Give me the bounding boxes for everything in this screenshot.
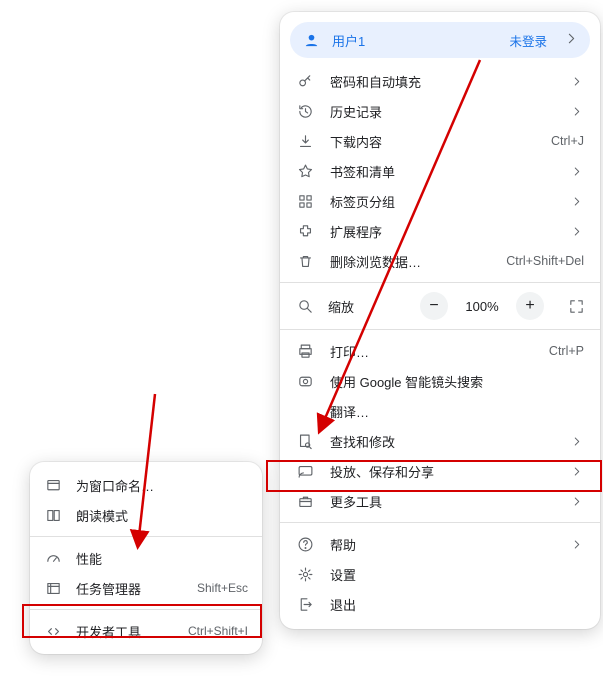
profile-label: 用户1: [332, 31, 497, 50]
menu-label: 下载内容: [330, 132, 535, 151]
menu-label: 退出: [330, 595, 584, 614]
gauge-icon: [44, 549, 62, 567]
menu-print[interactable]: 打印… Ctrl+P: [280, 336, 600, 366]
menu-more-tools[interactable]: 更多工具: [280, 486, 600, 516]
extension-icon: [296, 222, 314, 240]
help-icon: [296, 535, 314, 553]
history-icon: [296, 102, 314, 120]
chevron-right-icon: [570, 493, 584, 510]
menu-label: 删除浏览数据…: [330, 252, 490, 271]
menu-bookmarks[interactable]: 书签和清单: [280, 156, 600, 186]
menu-separator: [30, 609, 262, 610]
fullscreen-button[interactable]: [562, 292, 590, 320]
menu-separator: [280, 522, 600, 523]
submenu-dev-tools[interactable]: 开发者工具 Ctrl+Shift+I: [30, 616, 262, 646]
chevron-right-icon: [570, 103, 584, 120]
menu-accel: Ctrl+P: [549, 344, 584, 358]
menu-label: 密码和自动填充: [330, 72, 554, 91]
chevron-right-icon: [570, 193, 584, 210]
exit-icon: [296, 595, 314, 613]
grid-icon: [296, 192, 314, 210]
zoom-out-button[interactable]: −: [420, 292, 448, 320]
menu-lens[interactable]: 使用 Google 智能镜头搜索: [280, 366, 600, 396]
menu-label: 历史记录: [330, 102, 554, 121]
chevron-right-icon: [570, 463, 584, 480]
submenu-task-manager[interactable]: 任务管理器 Shift+Esc: [30, 573, 262, 603]
trash-icon: [296, 252, 314, 270]
menu-separator: [280, 329, 600, 330]
menu-label: 书签和清单: [330, 162, 554, 181]
print-icon: [296, 342, 314, 360]
menu-cast[interactable]: 投放、保存和分享: [280, 456, 600, 486]
menu-tab-groups[interactable]: 标签页分组: [280, 186, 600, 216]
download-icon: [296, 132, 314, 150]
task-manager-icon: [44, 579, 62, 597]
menu-accel: Shift+Esc: [197, 581, 248, 595]
key-icon: [296, 72, 314, 90]
menu-translate[interactable]: 翻译…: [280, 396, 600, 426]
submenu-reader-mode[interactable]: 朗读模式: [30, 500, 262, 530]
menu-label: 翻译…: [330, 402, 584, 421]
chrome-main-menu: 用户1 未登录 密码和自动填充 历史记录 下载内容 Ctrl+J 书签和清单: [280, 12, 600, 629]
menu-label: 标签页分组: [330, 192, 554, 211]
cast-icon: [296, 462, 314, 480]
menu-find[interactable]: 查找和修改: [280, 426, 600, 456]
menu-exit[interactable]: 退出: [280, 589, 600, 619]
book-icon: [44, 506, 62, 524]
toolbox-icon: [296, 492, 314, 510]
menu-label: 更多工具: [330, 492, 554, 511]
menu-history[interactable]: 历史记录: [280, 96, 600, 126]
user-icon: [302, 31, 320, 49]
chevron-right-icon: [570, 433, 584, 450]
menu-label: 设置: [330, 565, 584, 584]
menu-extensions[interactable]: 扩展程序: [280, 216, 600, 246]
menu-help[interactable]: 帮助: [280, 529, 600, 559]
more-tools-submenu: 为窗口命名… 朗读模式 性能 任务管理器 Shift+Esc 开发者工具 Ctr…: [30, 462, 262, 654]
submenu-performance[interactable]: 性能: [30, 543, 262, 573]
menu-separator: [30, 536, 262, 537]
submenu-name-window[interactable]: 为窗口命名…: [30, 470, 262, 500]
menu-settings[interactable]: 设置: [280, 559, 600, 589]
menu-label: 使用 Google 智能镜头搜索: [330, 372, 584, 391]
menu-zoom: 缩放 − 100% +: [280, 289, 600, 323]
zoom-icon: [296, 297, 314, 315]
menu-label: 扩展程序: [330, 222, 554, 241]
menu-label: 帮助: [330, 535, 554, 554]
chevron-right-icon: [570, 163, 584, 180]
zoom-value: 100%: [462, 299, 502, 314]
menu-accel: Ctrl+Shift+Del: [506, 254, 584, 268]
menu-label: 朗读模式: [76, 506, 248, 525]
profile-row[interactable]: 用户1 未登录: [290, 22, 590, 58]
menu-label: 开发者工具: [76, 622, 174, 641]
star-icon: [296, 162, 314, 180]
menu-label: 查找和修改: [330, 432, 554, 451]
menu-downloads[interactable]: 下载内容 Ctrl+J: [280, 126, 600, 156]
chevron-right-icon: [570, 536, 584, 553]
menu-label: 性能: [76, 549, 248, 568]
menu-label: 缩放: [328, 297, 354, 316]
chevron-right-icon: [570, 223, 584, 240]
lens-icon: [296, 372, 314, 390]
menu-clear-data[interactable]: 删除浏览数据… Ctrl+Shift+Del: [280, 246, 600, 276]
zoom-in-button[interactable]: +: [516, 292, 544, 320]
menu-passwords[interactable]: 密码和自动填充: [280, 66, 600, 96]
menu-accel: Ctrl+Shift+I: [188, 624, 248, 638]
code-icon: [44, 622, 62, 640]
menu-label: 任务管理器: [76, 579, 183, 598]
menu-accel: Ctrl+J: [551, 134, 584, 148]
menu-label: 投放、保存和分享: [330, 462, 554, 481]
menu-label: 打印…: [330, 342, 533, 361]
gear-icon: [296, 565, 314, 583]
menu-separator: [280, 282, 600, 283]
menu-label: 为窗口命名…: [76, 476, 248, 495]
page-background: [0, 0, 280, 457]
chevron-right-icon: [570, 73, 584, 90]
search-doc-icon: [296, 432, 314, 450]
window-icon: [44, 476, 62, 494]
profile-status: 未登录: [509, 31, 547, 50]
chevron-right-icon: [563, 30, 580, 50]
